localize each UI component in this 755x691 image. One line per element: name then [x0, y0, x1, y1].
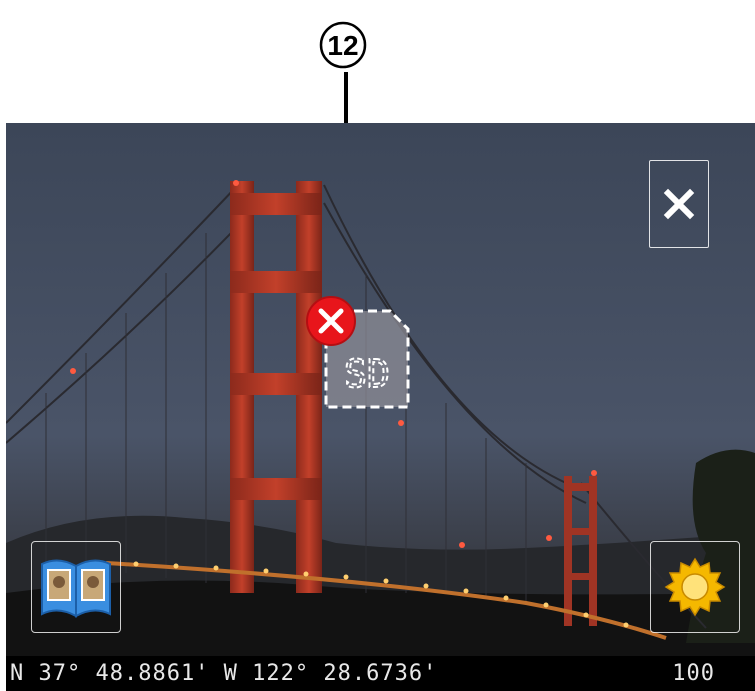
callout-number-badge: 12: [319, 21, 367, 69]
shots-remaining: 100: [672, 661, 715, 686]
photo-album-icon: [41, 559, 111, 618]
settings-button[interactable]: [650, 541, 740, 633]
error-x-icon: [306, 296, 356, 346]
sd-card-error-indicator: SD: [306, 296, 410, 409]
close-icon: [663, 188, 695, 220]
status-bar: N 37° 48.8861' W 122° 28.6736' 100: [6, 656, 755, 691]
close-button[interactable]: [649, 160, 709, 248]
callout-number: 12: [327, 30, 358, 61]
gear-icon: [664, 557, 726, 617]
sd-card-label: SD: [344, 352, 390, 396]
camera-viewfinder: SD N 37° 48.8861' W 122° 28.6736' 100: [6, 123, 755, 691]
gps-coordinates: N 37° 48.8861' W 122° 28.6736': [10, 661, 438, 686]
gallery-button[interactable]: [31, 541, 121, 633]
